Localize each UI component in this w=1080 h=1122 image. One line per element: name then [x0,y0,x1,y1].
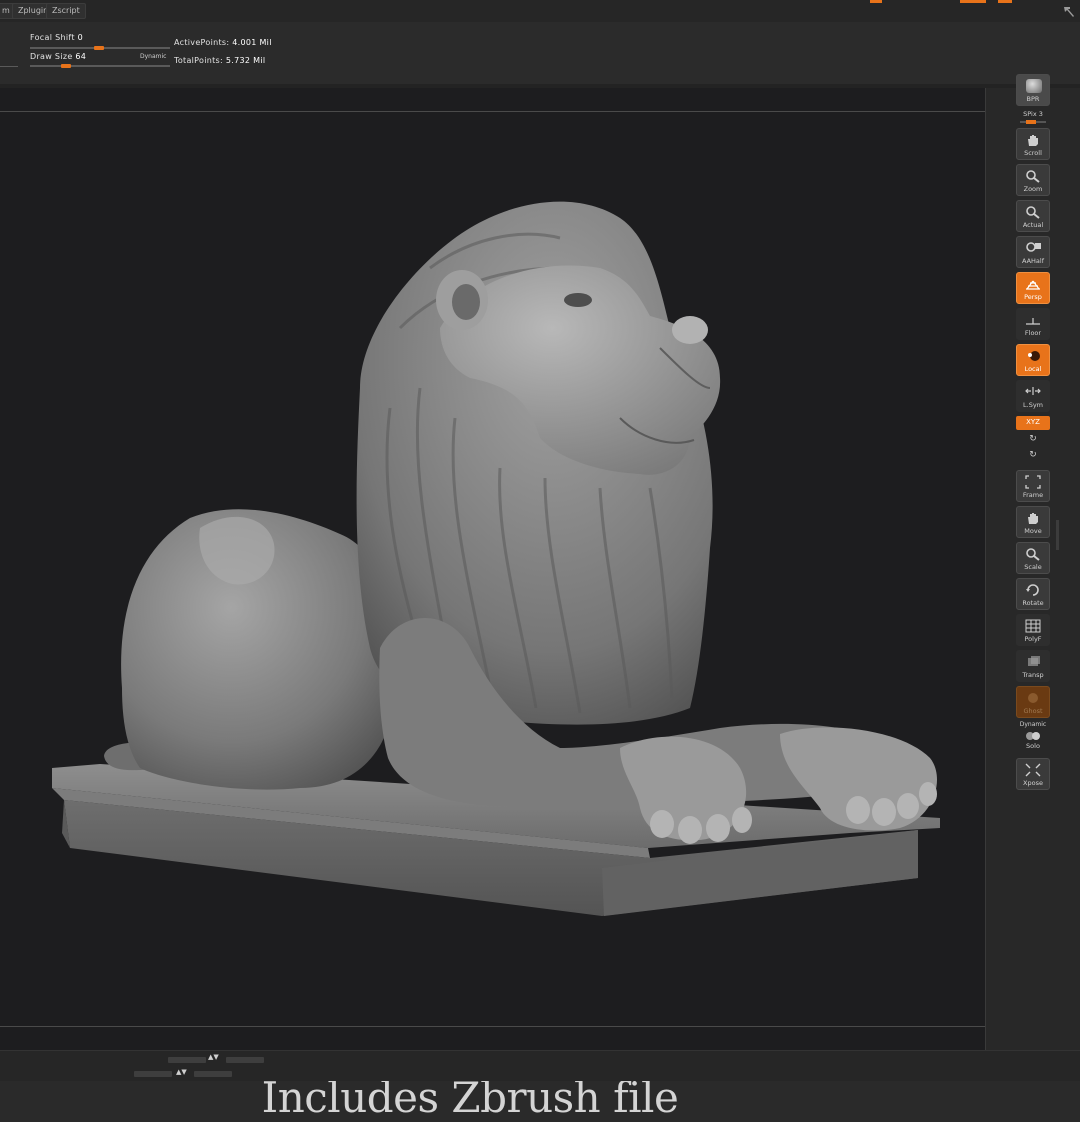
bpr-render-button[interactable]: BPR [1016,74,1050,106]
xpose-arrows-icon [1025,763,1041,777]
rotate-arrows-icon [1026,584,1039,596]
spix-slider[interactable]: SPix 3 [1016,110,1050,118]
scale-label: Scale [1024,563,1042,571]
draw-size-handle[interactable] [61,64,71,68]
ghost-sphere-icon [1028,693,1038,703]
orange-indicator [960,0,986,3]
bottom-shelf: ▲▼ ▲▼ [0,1050,1080,1081]
polyframe-grid-icon [1025,619,1041,633]
magnifier-scale-icon [1026,548,1040,561]
ghost-label: Ghost [1023,707,1043,715]
local-sphere-icon [1028,351,1040,361]
active-points-value: 4.001 Mil [232,38,272,47]
local-toggle[interactable]: Local [1016,344,1050,376]
rotate-label: Rotate [1022,599,1044,607]
bpr-label: BPR [1026,95,1040,103]
bottom-tab[interactable] [226,1057,264,1063]
aahalf-label: AAHalf [1021,257,1045,265]
collapse-arrows-icon[interactable]: ▲▼ [208,1053,219,1061]
focal-shift-control[interactable]: Focal Shift 0 [30,33,83,42]
draw-size-control[interactable]: Draw Size 64 [30,52,86,61]
transp-toggle[interactable]: Transp [1016,650,1050,682]
transp-label: Transp [1022,671,1044,679]
toolbar-scrollbar[interactable] [1056,520,1059,550]
xyz-toggle[interactable]: XYZ [1016,416,1050,430]
lion-sculpt-render[interactable] [0,88,985,1026]
magnifier-aahalf-icon [1026,242,1041,252]
menu-bar: m Zplugin Zscript [0,0,1080,23]
ghost-toggle[interactable]: Ghost [1016,686,1050,718]
persp-toggle[interactable]: Persp [1016,272,1050,304]
dynamic-toggle[interactable]: Dynamic [140,53,166,60]
magnifier-actual-icon [1026,206,1040,219]
draw-size-slider[interactable] [30,65,170,67]
aahalf-button[interactable]: AAHalf [1016,236,1050,268]
divider [0,66,18,67]
total-points-label: TotalPoints: [174,56,224,65]
zoom-label: Zoom [1023,185,1043,193]
solo-spheres-icon[interactable] [1025,730,1041,742]
lsym-label: L.Sym [1023,401,1043,409]
local-label: Local [1024,365,1042,373]
actual-label: Actual [1022,221,1044,229]
polyf-toggle[interactable]: PolyF [1016,614,1050,646]
zoom-button[interactable]: Zoom [1016,164,1050,196]
scroll-label: Scroll [1024,149,1042,157]
draw-size-value: 64 [75,52,87,61]
actual-button[interactable]: Actual [1016,200,1050,232]
persp-label: Persp [1024,293,1042,301]
focal-shift-handle[interactable] [94,46,104,50]
orange-indicator [998,0,1012,3]
xpose-label: Xpose [1023,779,1043,787]
magnifier-zoom-icon [1026,170,1040,183]
rotate-button[interactable]: Rotate [1016,578,1050,610]
dynamic-solo-label: Dynamic [1019,721,1047,728]
floor-label: Floor [1024,329,1042,337]
hand-move-icon [1028,513,1038,524]
draw-size-label: Draw Size [30,52,73,61]
polyf-label: PolyF [1024,635,1042,643]
perspective-grid-icon [1026,280,1040,290]
top-shelf: Focal Shift 0 Draw Size 64 Dynamic Activ… [0,22,1080,85]
transparency-icon [1028,656,1040,666]
frame-button[interactable]: Frame [1016,470,1050,502]
orange-indicator [870,0,882,3]
bottom-tab[interactable] [194,1071,232,1077]
floor-toggle[interactable]: Floor [1016,308,1050,340]
lsym-toggle[interactable]: L.Sym [1016,380,1050,412]
rotate-y-icon[interactable]: ↻ [1016,434,1050,444]
scale-button[interactable]: Scale [1016,542,1050,574]
document-canvas[interactable]: Includes Zbrush file [0,88,986,1122]
move-button[interactable]: Move [1016,506,1050,538]
total-points-value: 5.732 Mil [225,56,266,65]
bottom-tab[interactable] [134,1071,172,1077]
xpose-button[interactable]: Xpose [1016,758,1050,790]
total-points-readout: TotalPoints: 5.732 Mil [174,56,265,65]
floor-grid-icon [1026,318,1040,325]
canvas-bottom-border [0,1026,985,1027]
active-points-readout: ActivePoints: 4.001 Mil [174,38,272,47]
hammer-icon[interactable] [1062,4,1076,18]
solo-toggle[interactable]: Solo [1016,742,1050,750]
frame-corners-icon [1025,475,1041,489]
bpr-icon [1026,79,1042,93]
focal-shift-value: 0 [77,33,83,42]
menu-item-zscript[interactable]: Zscript [46,3,86,19]
xyz-label: XYZ [1026,418,1040,426]
move-label: Move [1024,527,1042,535]
scroll-button[interactable]: Scroll [1016,128,1050,160]
focal-shift-label: Focal Shift [30,33,75,42]
hand-scroll-icon [1028,135,1038,146]
expand-arrows-icon[interactable]: ▲▼ [176,1068,187,1076]
rotate-z-icon[interactable]: ↻ [1016,450,1050,460]
frame-label: Frame [1022,491,1044,499]
spix-handle[interactable] [1026,120,1036,124]
bottom-tab[interactable] [168,1057,206,1063]
symmetry-arrows-icon [1025,387,1041,395]
active-points-label: ActivePoints: [174,38,230,47]
